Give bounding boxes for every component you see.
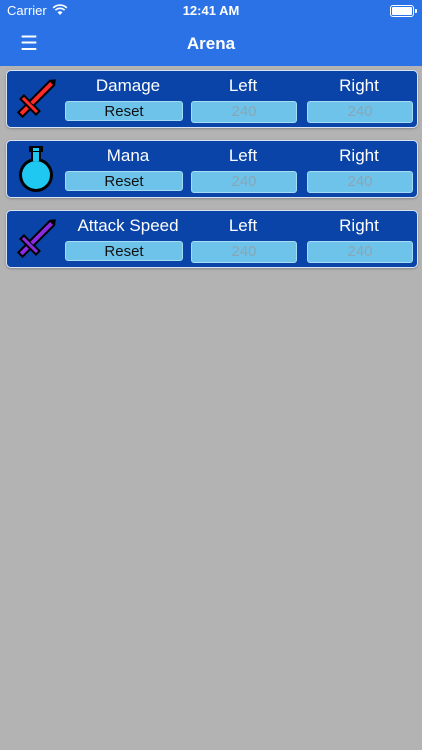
left-value-field[interactable]: 240 bbox=[191, 241, 297, 263]
stat-name: Mana bbox=[106, 146, 150, 165]
status-time: 12:41 AM bbox=[182, 3, 240, 18]
battery-icon bbox=[390, 5, 417, 17]
mana-potion-icon bbox=[11, 144, 61, 194]
left-label: Left bbox=[228, 76, 258, 95]
left-label: Left bbox=[228, 146, 258, 165]
right-label: Right bbox=[339, 146, 379, 165]
nav-bar: ☰ Arena bbox=[0, 22, 422, 66]
red-sword-icon bbox=[11, 74, 61, 124]
right-label: Right bbox=[339, 76, 379, 95]
page-title: Arena bbox=[186, 34, 236, 53]
left-value-field[interactable]: 240 bbox=[191, 101, 297, 123]
right-value-field[interactable]: 240 bbox=[307, 171, 413, 193]
right-label: Right bbox=[339, 216, 379, 235]
left-value-field[interactable]: 240 bbox=[191, 171, 297, 193]
purple-sword-icon bbox=[11, 214, 61, 264]
status-bar: Carrier 12:41 AM bbox=[0, 0, 422, 22]
stat-card-attack-speed: Attack Speed Left Right Reset 240 240 bbox=[6, 210, 418, 268]
right-value-field[interactable]: 240 bbox=[307, 101, 413, 123]
stat-card-mana: Mana Left Right Reset 240 240 bbox=[6, 140, 418, 198]
right-value-field[interactable]: 240 bbox=[307, 241, 413, 263]
stat-card-damage: Damage Left Right Reset 240 240 bbox=[6, 70, 418, 128]
left-label: Left bbox=[228, 216, 258, 235]
stat-name: Damage bbox=[95, 76, 161, 95]
reset-button-mana[interactable]: Reset bbox=[65, 171, 183, 191]
reset-button-attack-speed[interactable]: Reset bbox=[65, 241, 183, 261]
reset-button-damage[interactable]: Reset bbox=[65, 101, 183, 121]
stat-name: Attack Speed bbox=[77, 216, 179, 235]
